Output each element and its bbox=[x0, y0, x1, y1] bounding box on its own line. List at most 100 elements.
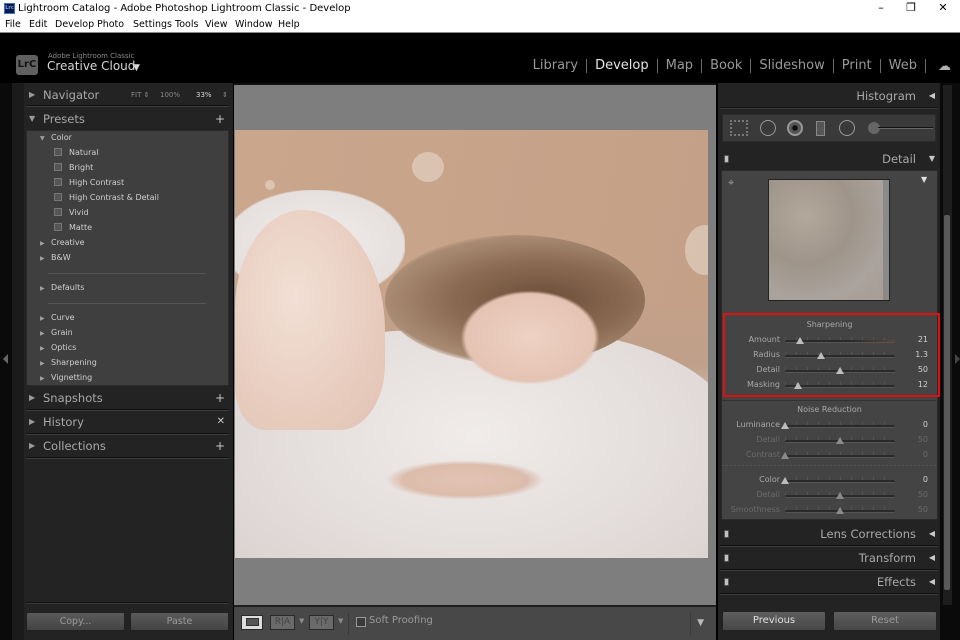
slider-luminance[interactable]: Luminance 0 bbox=[722, 418, 936, 433]
preset-item[interactable]: Matte bbox=[54, 220, 92, 235]
panel-toggle-switch[interactable] bbox=[724, 530, 729, 538]
slider-value[interactable]: 50 bbox=[918, 435, 928, 444]
preset-item[interactable]: High Contrast & Detail bbox=[54, 190, 159, 205]
preset-group-vignetting[interactable]: ▶ Vignetting bbox=[40, 370, 92, 385]
before-after-yy-dropdown-icon[interactable]: ▼ bbox=[338, 617, 343, 625]
identity-dropdown-icon[interactable]: ▼ bbox=[133, 63, 140, 73]
restore-button[interactable]: ❐ bbox=[896, 0, 926, 17]
module-map[interactable]: Map bbox=[658, 58, 701, 73]
zoom-100-option[interactable]: 100% bbox=[160, 84, 180, 106]
clear-history-icon[interactable]: ✕ bbox=[217, 411, 225, 433]
menu-view[interactable]: View bbox=[205, 17, 228, 32]
menu-edit[interactable]: Edit bbox=[29, 17, 47, 32]
panel-toggle-switch[interactable] bbox=[724, 155, 729, 163]
slider-thumb[interactable] bbox=[836, 492, 844, 499]
reset-button[interactable]: Reset bbox=[833, 611, 937, 631]
module-print[interactable]: Print bbox=[834, 58, 880, 73]
slider-thumb[interactable] bbox=[836, 507, 844, 514]
menu-help[interactable]: Help bbox=[278, 17, 300, 32]
module-book[interactable]: Book bbox=[702, 58, 750, 73]
paste-settings-button[interactable]: Paste bbox=[130, 612, 229, 631]
preset-item[interactable]: Vivid bbox=[54, 205, 89, 220]
close-button[interactable]: ✕ bbox=[928, 0, 958, 17]
module-develop[interactable]: Develop bbox=[587, 58, 657, 73]
adjustment-brush-slider[interactable] bbox=[878, 127, 933, 129]
red-eye-icon[interactable] bbox=[787, 120, 803, 136]
preset-group-optics[interactable]: ▶ Optics bbox=[40, 340, 76, 355]
transform-header[interactable]: Transform ◀ bbox=[720, 547, 938, 569]
preset-group-grain[interactable]: ▶ Grain bbox=[40, 325, 73, 340]
add-snapshot-icon[interactable]: + bbox=[215, 387, 225, 409]
left-panel-scrollbar[interactable] bbox=[12, 83, 24, 640]
collapse-left-panel-icon[interactable] bbox=[3, 354, 8, 364]
slider-value[interactable]: 0 bbox=[923, 450, 928, 459]
detail-preview-thumbnail[interactable] bbox=[768, 179, 890, 301]
slider-thumb[interactable] bbox=[781, 422, 789, 429]
module-web[interactable]: Web bbox=[881, 58, 925, 73]
preset-group-creative[interactable]: ▶ Creative bbox=[40, 235, 85, 250]
radial-filter-icon[interactable] bbox=[839, 120, 855, 136]
before-after-yy-button[interactable]: Y|Y bbox=[309, 615, 334, 630]
photo-preview[interactable] bbox=[235, 130, 708, 558]
panel-toggle-switch[interactable] bbox=[724, 554, 729, 562]
snapshots-header[interactable]: ▶ Snapshots + bbox=[26, 387, 229, 409]
slider-track[interactable] bbox=[785, 455, 895, 458]
preset-group-color[interactable]: ▼ Color bbox=[40, 130, 72, 145]
preset-item[interactable]: Bright bbox=[54, 160, 93, 175]
slider-value[interactable]: 0 bbox=[923, 475, 928, 484]
menu-window[interactable]: Window bbox=[235, 17, 272, 32]
soft-proofing-checkbox[interactable] bbox=[356, 617, 366, 627]
minimize-button[interactable]: – bbox=[866, 0, 896, 17]
zoom-33-option[interactable]: 33% bbox=[196, 84, 212, 106]
detail-preview-toggle-icon[interactable]: ▼ bbox=[921, 175, 927, 184]
menu-settings[interactable]: Settings bbox=[133, 17, 172, 32]
slider-color[interactable]: Color 0 bbox=[722, 473, 936, 488]
slider-detail[interactable]: Detail 50 bbox=[722, 488, 936, 503]
crop-overlay-icon[interactable] bbox=[730, 120, 748, 136]
slider-value[interactable]: 50 bbox=[918, 490, 928, 499]
slider-value[interactable]: 50 bbox=[918, 505, 928, 514]
zoom-spinner-icon[interactable]: ⇕ bbox=[222, 84, 228, 106]
right-panel-scroll-thumb[interactable] bbox=[944, 215, 950, 590]
spot-removal-icon[interactable] bbox=[760, 120, 776, 136]
before-after-ra-button[interactable]: R|A bbox=[270, 615, 295, 630]
graduated-filter-icon[interactable] bbox=[816, 121, 825, 136]
menu-develop[interactable]: Develop bbox=[55, 17, 94, 32]
slider-detail[interactable]: Detail 50 bbox=[722, 433, 936, 448]
loupe-view-button[interactable] bbox=[241, 615, 263, 630]
previous-button[interactable]: Previous bbox=[722, 611, 826, 631]
slider-track[interactable] bbox=[785, 425, 895, 428]
menu-tools[interactable]: Tools bbox=[175, 17, 198, 32]
slider-track[interactable] bbox=[785, 480, 895, 483]
zoom-fit-option[interactable]: FIT ⇕ bbox=[131, 84, 149, 106]
slider-thumb[interactable] bbox=[836, 437, 844, 444]
preset-group-bw[interactable]: ▶ B&W bbox=[40, 250, 71, 265]
navigator-header[interactable]: ▶ Navigator FIT ⇕ 100% 33% ⇕ bbox=[26, 84, 229, 106]
presets-header[interactable]: ▼ Presets + bbox=[26, 108, 229, 130]
slider-value[interactable]: 0 bbox=[923, 420, 928, 429]
copy-settings-button[interactable]: Copy... bbox=[26, 612, 125, 631]
preset-item[interactable]: High Contrast bbox=[54, 175, 124, 190]
before-after-dropdown-icon[interactable]: ▼ bbox=[299, 617, 304, 625]
history-header[interactable]: ▶ History ✕ bbox=[26, 411, 229, 433]
preset-group-defaults[interactable]: ▶ Defaults bbox=[40, 280, 84, 295]
panel-toggle-switch[interactable] bbox=[724, 578, 729, 586]
add-collection-icon[interactable]: + bbox=[215, 435, 225, 457]
collections-header[interactable]: ▶ Collections + bbox=[26, 435, 229, 457]
detail-header[interactable]: Detail ▼ bbox=[720, 148, 938, 170]
target-adjustment-icon[interactable]: ⌖ bbox=[728, 176, 734, 190]
collapse-right-panel-icon[interactable] bbox=[955, 354, 960, 364]
menu-file[interactable]: File bbox=[5, 17, 21, 32]
slider-thumb[interactable] bbox=[781, 452, 789, 459]
identity-title[interactable]: Creative Cloud bbox=[47, 59, 135, 73]
menu-photo[interactable]: Photo bbox=[97, 17, 124, 32]
slider-contrast[interactable]: Contrast 0 bbox=[722, 448, 936, 463]
preset-group-curve[interactable]: ▶ Curve bbox=[40, 310, 75, 325]
slider-smoothness[interactable]: Smoothness 50 bbox=[722, 503, 936, 518]
module-library[interactable]: Library bbox=[525, 58, 586, 73]
histogram-header[interactable]: Histogram ◀ bbox=[720, 85, 938, 107]
effects-header[interactable]: Effects ◀ bbox=[720, 571, 938, 593]
preset-group-sharpening[interactable]: ▶ Sharpening bbox=[40, 355, 97, 370]
soft-proofing-label[interactable]: Soft Proofing bbox=[369, 615, 433, 626]
slider-thumb[interactable] bbox=[781, 477, 789, 484]
